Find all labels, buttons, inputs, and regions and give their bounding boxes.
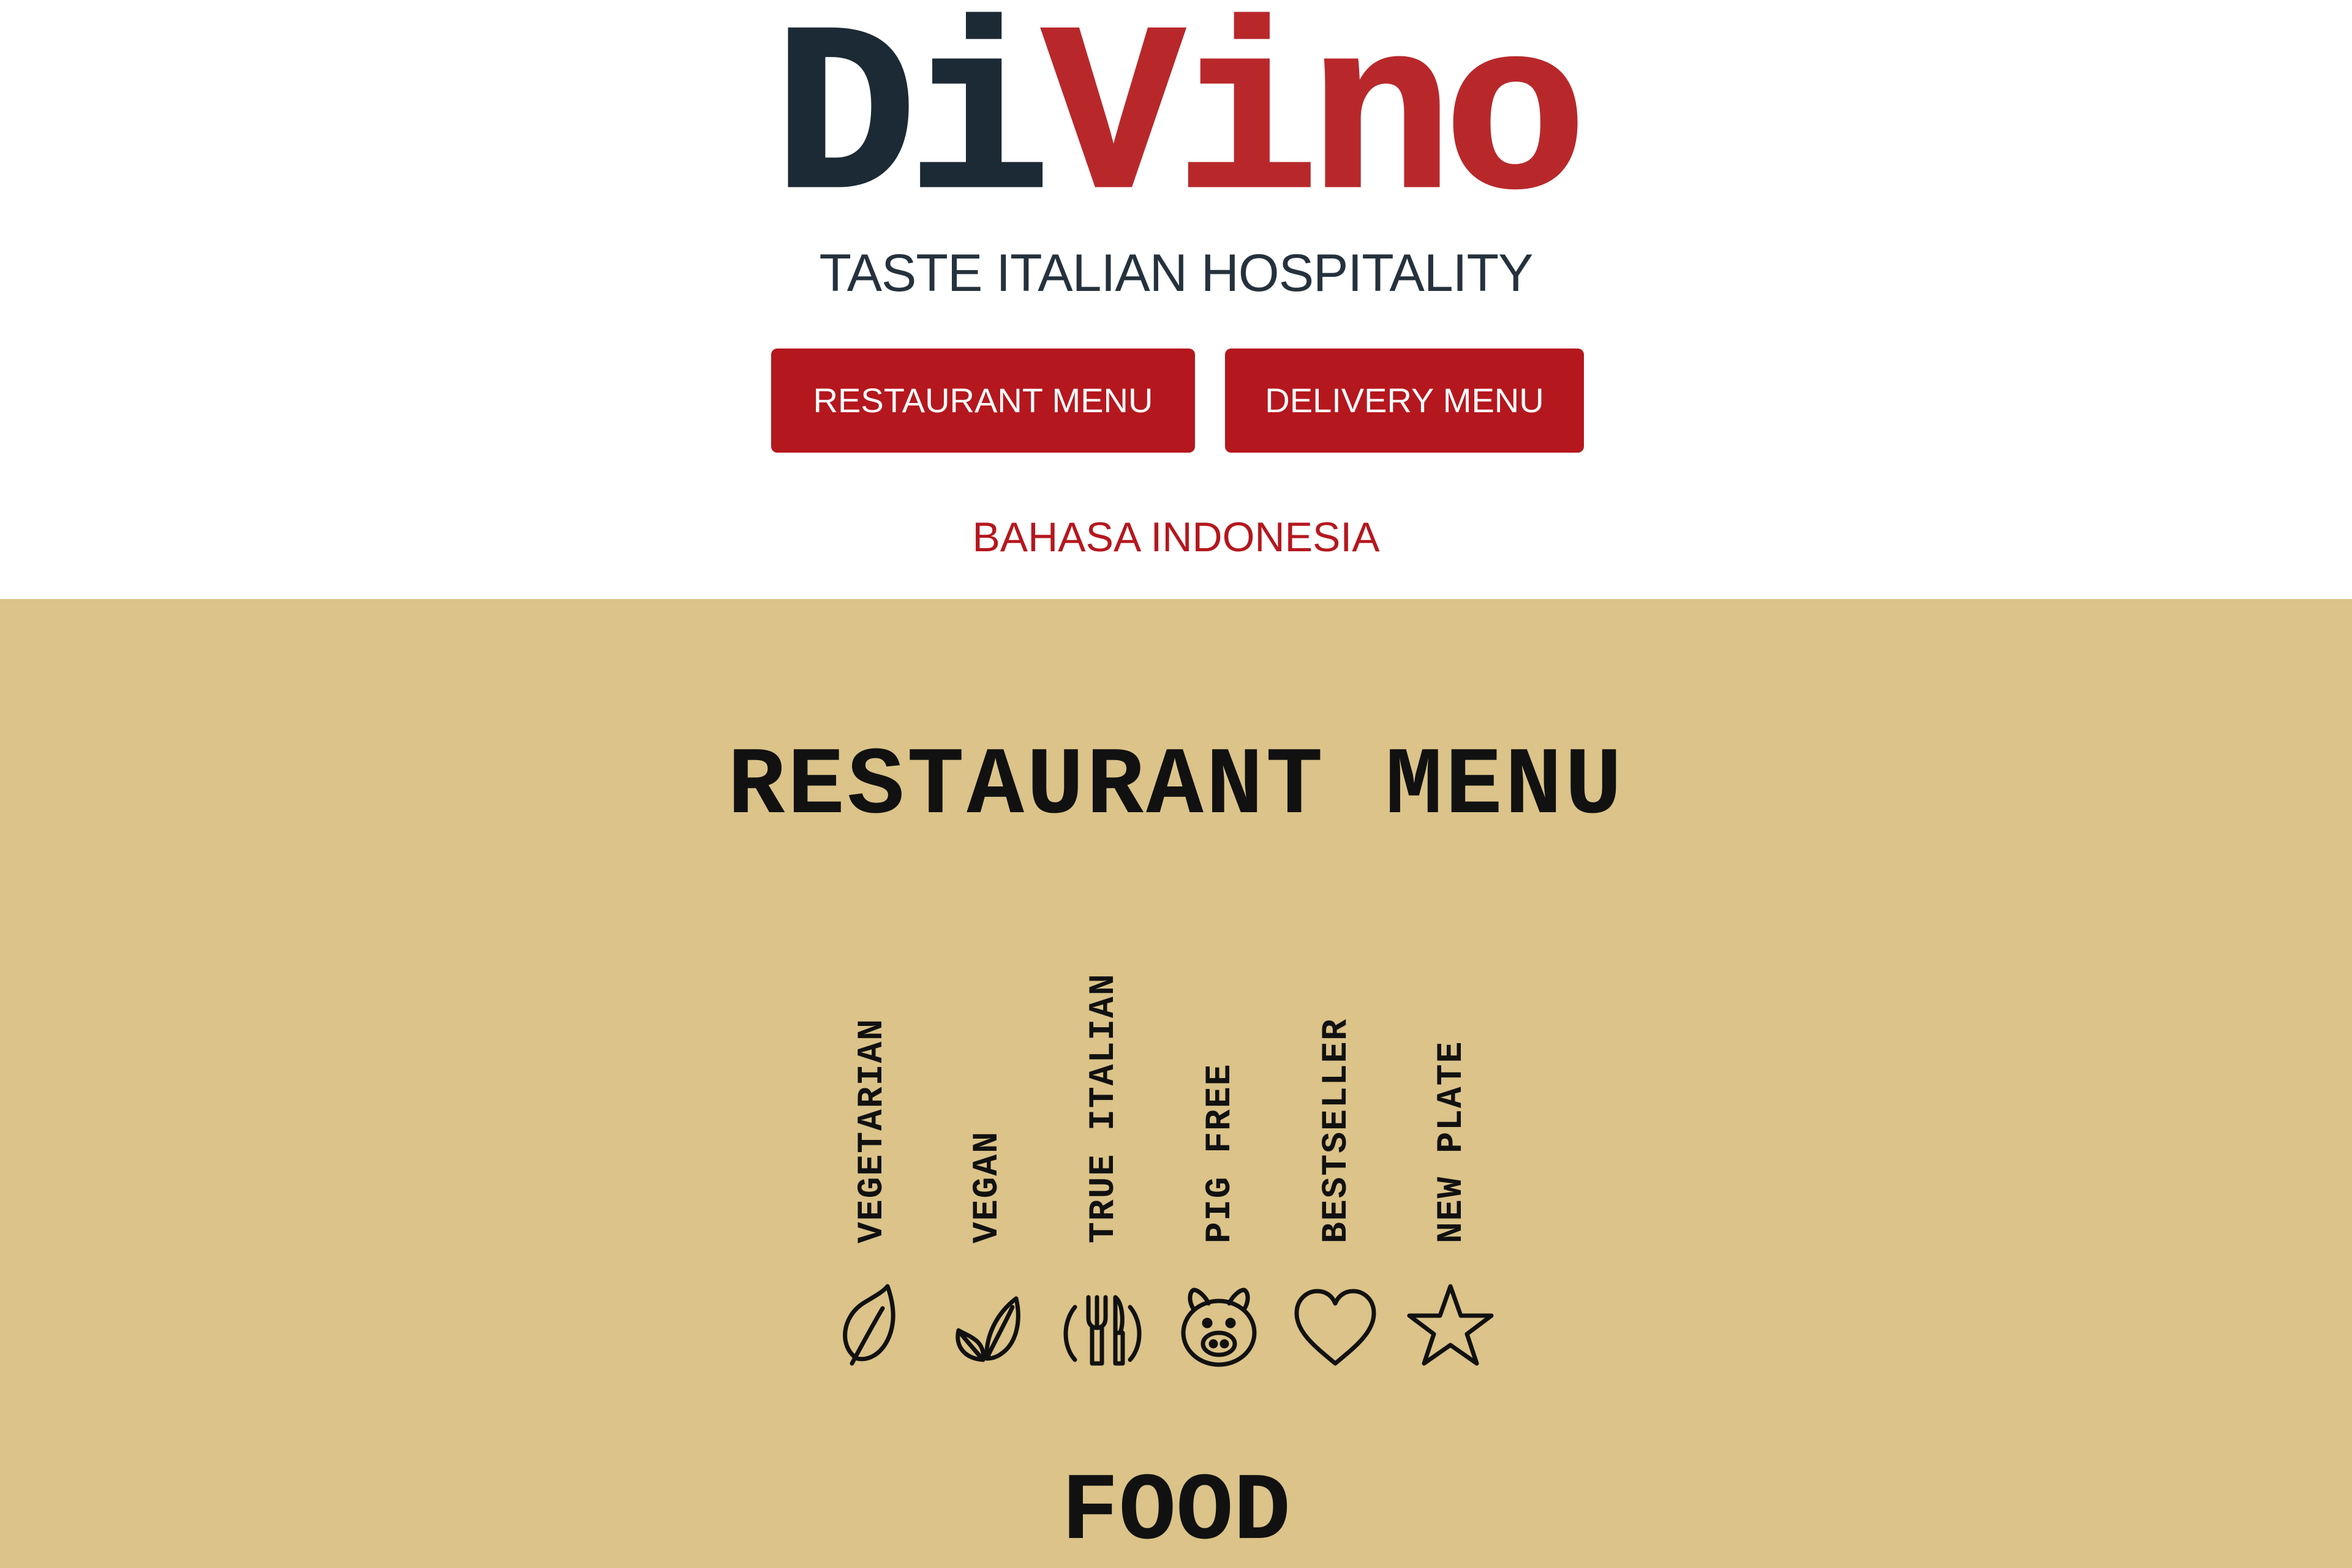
heart-icon	[1289, 1279, 1381, 1371]
site-header: DiVino TASTE ITALIAN HOSPITALITY RESTAUR…	[0, 0, 2352, 599]
delivery-menu-button[interactable]: DELIVERY MENU	[1225, 349, 1584, 453]
legend-label-true-italian: TRUE ITALIAN	[1084, 973, 1124, 1243]
restaurant-menu-title: RESTAURANT MENU	[727, 733, 1625, 841]
legend-item-pig-free: PIG FREE	[1173, 930, 1265, 1371]
legend-item-vegetarian: VEGETARIAN	[825, 930, 917, 1371]
legend-label-bestseller: BESTSELLER	[1317, 1017, 1357, 1243]
fork-knife-icon	[1057, 1279, 1148, 1371]
logo-part-vino: Vino	[1041, 0, 1588, 257]
logo-part-di: Di	[772, 0, 1052, 257]
restaurant-menu-button[interactable]: RESTAURANT MENU	[771, 349, 1195, 453]
legend-label-vegan: VEGAN	[968, 1130, 1008, 1243]
tagline: TASTE ITALIAN HOSPITALITY	[819, 244, 1534, 303]
brand-logo: DiVino	[0, 0, 2352, 243]
food-heading: FOOD	[1061, 1458, 1291, 1567]
legend-label-pig-free: PIG FREE	[1200, 1063, 1240, 1243]
legend-label-vegetarian: VEGETARIAN	[853, 1017, 892, 1243]
two-leaves-icon	[940, 1279, 1032, 1371]
logo-wordmark[interactable]: DiVino	[760, 2, 1593, 243]
legend-label-new-plate: NEW PLATE	[1432, 1040, 1472, 1243]
language-switch-link[interactable]: BAHASA INDONESIA	[0, 510, 2352, 565]
legend-item-true-italian: TRUE ITALIAN	[1057, 930, 1148, 1371]
legend-item-bestseller: BESTSELLER	[1289, 930, 1381, 1371]
star-icon	[1404, 1279, 1496, 1371]
pig-icon	[1173, 1279, 1265, 1371]
legend-item-new-plate: NEW PLATE	[1404, 930, 1496, 1371]
leaf-icon	[825, 1279, 917, 1371]
legend-item-vegan: VEGAN	[940, 930, 1032, 1371]
menu-nav: RESTAURANT MENU DELIVERY MENU	[0, 349, 2352, 453]
